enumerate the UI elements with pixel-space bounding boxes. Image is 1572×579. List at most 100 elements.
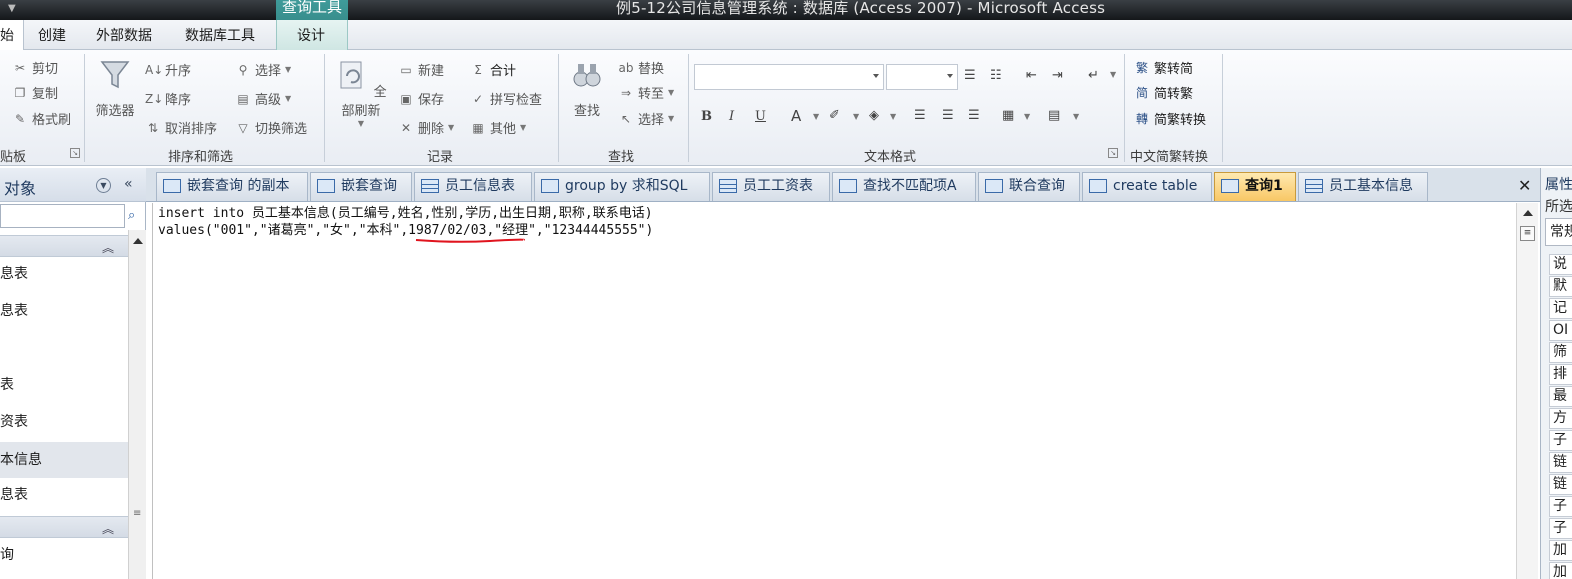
- property-row[interactable]: 链: [1549, 452, 1572, 473]
- property-row[interactable]: 默: [1549, 276, 1572, 297]
- property-row[interactable]: OI: [1549, 320, 1572, 341]
- sql-code[interactable]: insert into 员工基本信息(员工编号,姓名,性别,学历,出生日期,职称…: [158, 205, 653, 239]
- nav-menu-dropdown-icon[interactable]: ▼: [96, 178, 111, 193]
- doc-tab-nested-query[interactable]: 嵌套查询: [310, 172, 412, 201]
- highlight-icon[interactable]: ✐: [829, 108, 840, 123]
- align-center-icon[interactable]: ☰: [942, 108, 954, 123]
- bullets-icon[interactable]: ☰: [964, 68, 976, 83]
- property-row[interactable]: 链: [1549, 474, 1572, 495]
- copy-button[interactable]: ❐ 复制: [12, 83, 58, 103]
- scroll-grip-icon[interactable]: ≡: [133, 508, 141, 519]
- property-row[interactable]: 最: [1549, 386, 1572, 407]
- property-row[interactable]: 子: [1549, 518, 1572, 539]
- font-size-combo[interactable]: [886, 64, 958, 90]
- nav-item[interactable]: 息表: [0, 259, 128, 289]
- selection-filter-button[interactable]: ⚲ 选择 ▼: [235, 60, 292, 80]
- spelling-button[interactable]: ✓ 拼写检查: [470, 89, 542, 109]
- property-row[interactable]: 排: [1549, 364, 1572, 385]
- refresh-all-button[interactable]: 全部刷新 ▼: [330, 58, 392, 128]
- scroll-up-icon[interactable]: [133, 238, 143, 244]
- nav-scrollbar[interactable]: ≡: [128, 230, 146, 579]
- property-row[interactable]: 子: [1549, 496, 1572, 517]
- doc-tab-create-table[interactable]: create table: [1082, 172, 1212, 201]
- numbering-icon[interactable]: ☷: [990, 68, 1002, 83]
- underline-button[interactable]: U: [755, 109, 766, 124]
- tab-external-data[interactable]: 外部数据: [96, 25, 152, 45]
- property-row[interactable]: 子: [1549, 430, 1572, 451]
- nav-item[interactable]: 表: [0, 370, 128, 400]
- property-row[interactable]: 筛: [1549, 342, 1572, 363]
- search-icon[interactable]: ⌕: [128, 208, 135, 223]
- advanced-filter-button[interactable]: ▤ 高级 ▼: [235, 89, 291, 109]
- cut-button[interactable]: ✂ 剪切: [12, 58, 58, 78]
- nav-group-queries[interactable]: ︽: [0, 516, 128, 538]
- nav-item[interactable]: 息表: [0, 480, 128, 510]
- new-record-button[interactable]: ▭ 新建: [398, 60, 444, 80]
- clipboard-launcher-icon[interactable]: ↘: [70, 148, 80, 158]
- scroll-up-icon[interactable]: [1523, 210, 1533, 216]
- clear-sort-button[interactable]: ⇅ 取消排序: [145, 118, 217, 138]
- nav-item[interactable]: [0, 333, 128, 363]
- font-name-combo[interactable]: [694, 64, 884, 90]
- simp-trad-convert-button[interactable]: 轉简繁转换: [1134, 109, 1206, 129]
- doc-tab-nested-query-copy[interactable]: 嵌套查询 的副本: [156, 172, 308, 201]
- chevron-down-icon[interactable]: ▼: [813, 112, 819, 121]
- toggle-filter-button[interactable]: ▽ 切换筛选: [235, 118, 307, 138]
- nav-item[interactable]: 询: [0, 540, 128, 570]
- collapse-pane-icon[interactable]: «: [124, 176, 133, 192]
- chevron-down-icon[interactable]: ▼: [1024, 112, 1030, 121]
- nav-item[interactable]: 资表: [0, 407, 128, 437]
- chevron-down-icon[interactable]: ▼: [1073, 112, 1079, 121]
- editor-scrollbar[interactable]: ≡: [1516, 203, 1538, 579]
- align-right-icon[interactable]: ☰: [968, 108, 980, 123]
- property-row[interactable]: 加: [1549, 540, 1572, 561]
- font-color-button[interactable]: A: [791, 107, 801, 125]
- qat-dropdown-icon[interactable]: ▼: [8, 3, 16, 14]
- trad-to-simp-button[interactable]: 繁繁转简: [1134, 58, 1193, 78]
- find-button[interactable]: 查找: [566, 58, 608, 119]
- align-left-icon[interactable]: ☰: [914, 108, 926, 123]
- chevron-down-icon[interactable]: ▼: [890, 112, 896, 121]
- close-document-icon[interactable]: ✕: [1518, 176, 1531, 195]
- simp-to-trad-button[interactable]: 简简转繁: [1134, 83, 1193, 103]
- bold-button[interactable]: B: [701, 109, 712, 124]
- paragraph-direction-icon[interactable]: ↵: [1088, 68, 1099, 83]
- doc-tab-query1[interactable]: 查询1: [1214, 172, 1296, 201]
- split-icon[interactable]: ≡: [1520, 226, 1535, 241]
- sql-editor[interactable]: insert into 员工基本信息(员工编号,姓名,性别,学历,出生日期,职称…: [152, 203, 1516, 579]
- doc-tab-union-query[interactable]: 联合查询: [978, 172, 1080, 201]
- doc-tab-salary-table[interactable]: 员工工资表: [712, 172, 830, 201]
- tab-design[interactable]: 设计: [297, 25, 325, 45]
- select-button[interactable]: ↖ 选择 ▼: [618, 109, 674, 129]
- delete-record-button[interactable]: ✕ 删除 ▼: [398, 118, 454, 138]
- tab-database-tools[interactable]: 数据库工具: [185, 25, 255, 45]
- chevron-down-icon[interactable]: ▼: [1110, 70, 1116, 79]
- chevron-down-icon[interactable]: ▼: [853, 112, 859, 121]
- sort-ascending-button[interactable]: A↓ 升序: [145, 60, 191, 80]
- nav-group-tables[interactable]: ︽: [0, 235, 128, 257]
- totals-button[interactable]: Σ 合计: [470, 60, 516, 80]
- quick-access-toolbar[interactable]: ▼: [0, 0, 44, 14]
- property-row[interactable]: 加: [1549, 562, 1572, 579]
- nav-search-input[interactable]: [0, 204, 125, 228]
- property-row[interactable]: 记: [1549, 298, 1572, 319]
- doc-tab-employee-info-table[interactable]: 员工信息表: [414, 172, 532, 201]
- italic-button[interactable]: I: [729, 109, 734, 124]
- doc-tab-group-by-sum-sql[interactable]: group by 求和SQL: [534, 172, 710, 201]
- gridlines-icon[interactable]: ▦: [1002, 108, 1014, 123]
- nav-pane-header[interactable]: 对象 ▼ «: [0, 168, 146, 202]
- replace-button[interactable]: ab 替换: [618, 58, 665, 78]
- filter-button[interactable]: 筛选器: [92, 58, 138, 119]
- doc-tab-find-unmatched-a[interactable]: 查找不匹配项A: [832, 172, 976, 201]
- property-row[interactable]: 方: [1549, 408, 1572, 429]
- text-format-launcher-icon[interactable]: ↘: [1108, 148, 1118, 158]
- doc-tab-employee-basic-info[interactable]: 员工基本信息: [1298, 172, 1428, 201]
- format-painter-button[interactable]: ✎ 格式刷: [12, 109, 71, 129]
- tab-create[interactable]: 创建: [38, 25, 66, 45]
- property-tab-general[interactable]: 常规: [1545, 218, 1572, 246]
- save-record-button[interactable]: ▣ 保存: [398, 89, 444, 109]
- decrease-indent-icon[interactable]: ⇤: [1026, 68, 1037, 83]
- fill-color-icon[interactable]: ◈: [869, 108, 879, 123]
- alternate-fill-icon[interactable]: ▤: [1048, 108, 1060, 123]
- sort-descending-button[interactable]: Z↓ 降序: [145, 89, 191, 109]
